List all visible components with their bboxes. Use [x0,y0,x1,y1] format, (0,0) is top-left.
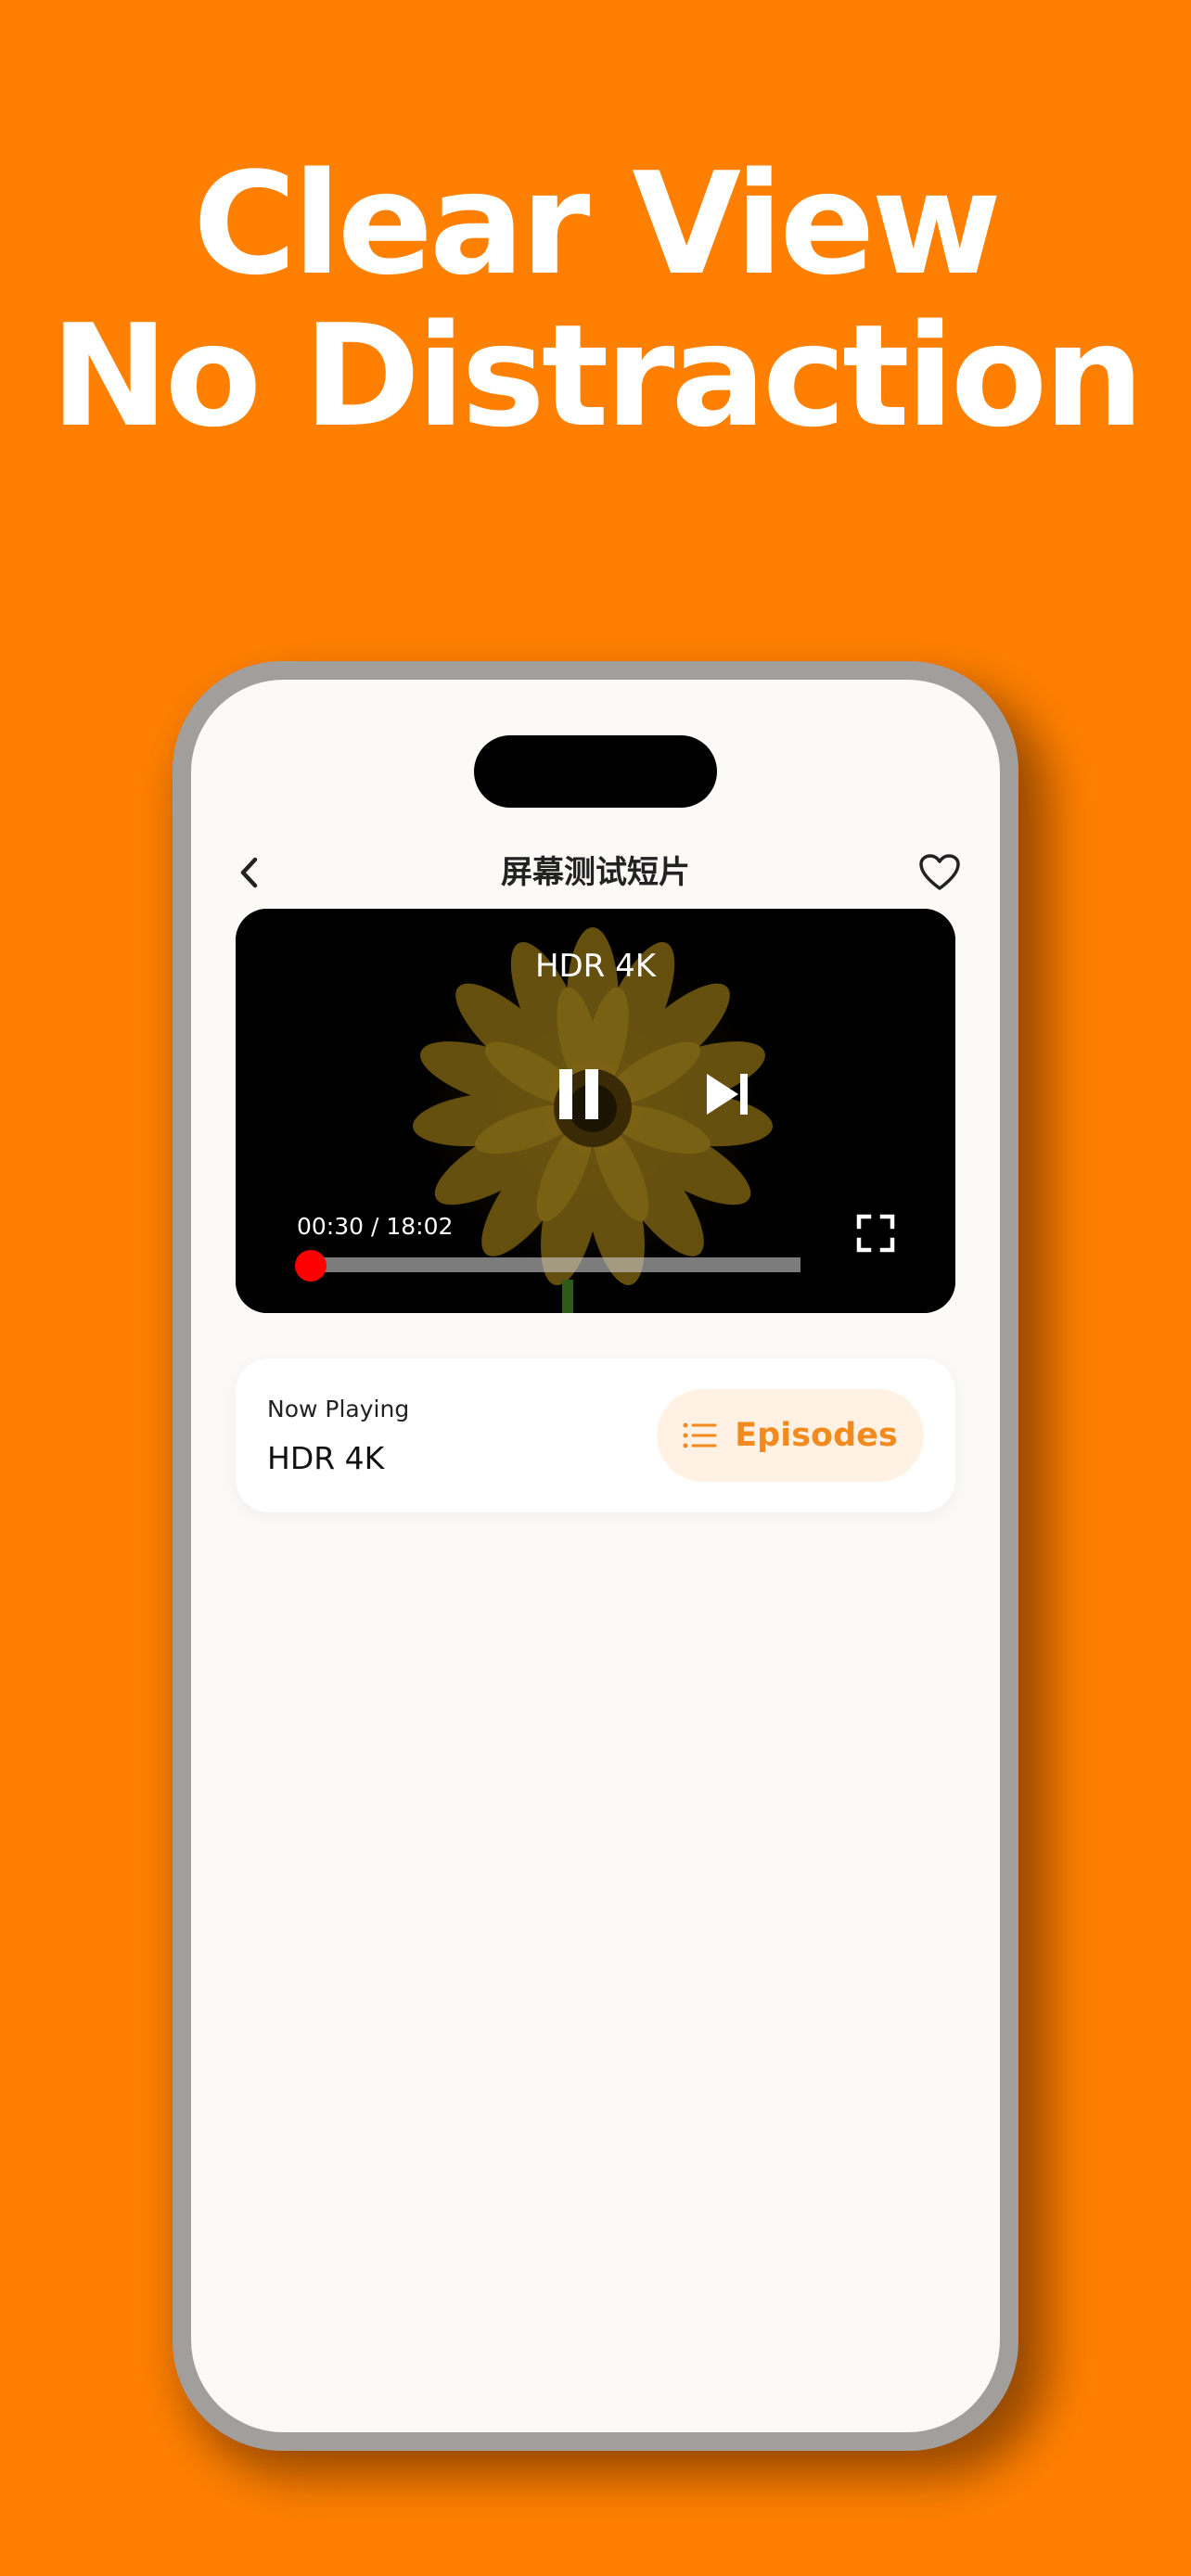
episodes-button[interactable]: Episodes [657,1389,924,1482]
chevron-left-icon [240,857,258,888]
nav-bar: 屏幕测试短片 [191,833,1000,912]
headline-line-2: No Distraction [50,294,1145,458]
back-button[interactable] [226,851,273,894]
video-title-overlay: HDR 4K [534,948,657,985]
skip-next-icon [707,1074,748,1115]
progress-track [297,1257,800,1272]
promo-headline: Clear View No Distraction [0,148,1191,453]
dynamic-island [474,735,717,808]
page-title: 屏幕测试短片 [501,854,690,891]
progress-bar[interactable] [295,1250,800,1282]
time-readout: 00:30 / 18:02 [297,1213,454,1240]
phone-frame: 屏幕测试短片 HDR 4K 00:30 / 18:02 Now Playing … [173,661,1018,2451]
episodes-label: Episodes [735,1417,898,1454]
video-player[interactable]: HDR 4K 00:30 / 18:02 [236,909,955,1313]
headline-line-1: Clear View [193,142,1002,306]
phone-screen: 屏幕测试短片 HDR 4K 00:30 / 18:02 Now Playing … [191,680,1000,2432]
heart-outline-icon [919,854,960,890]
now-playing-card: Now Playing HDR 4K Episodes [236,1358,955,1512]
fullscreen-icon [856,1214,895,1253]
pause-button[interactable] [542,1057,616,1131]
favorite-button[interactable] [915,849,965,896]
next-button[interactable] [690,1057,764,1131]
list-icon [683,1422,717,1448]
fullscreen-button[interactable] [848,1205,903,1261]
progress-thumb[interactable] [295,1250,327,1282]
now-playing-label: Now Playing [267,1396,410,1422]
now-playing-title: HDR 4K [267,1440,385,1476]
pause-icon [559,1069,598,1119]
